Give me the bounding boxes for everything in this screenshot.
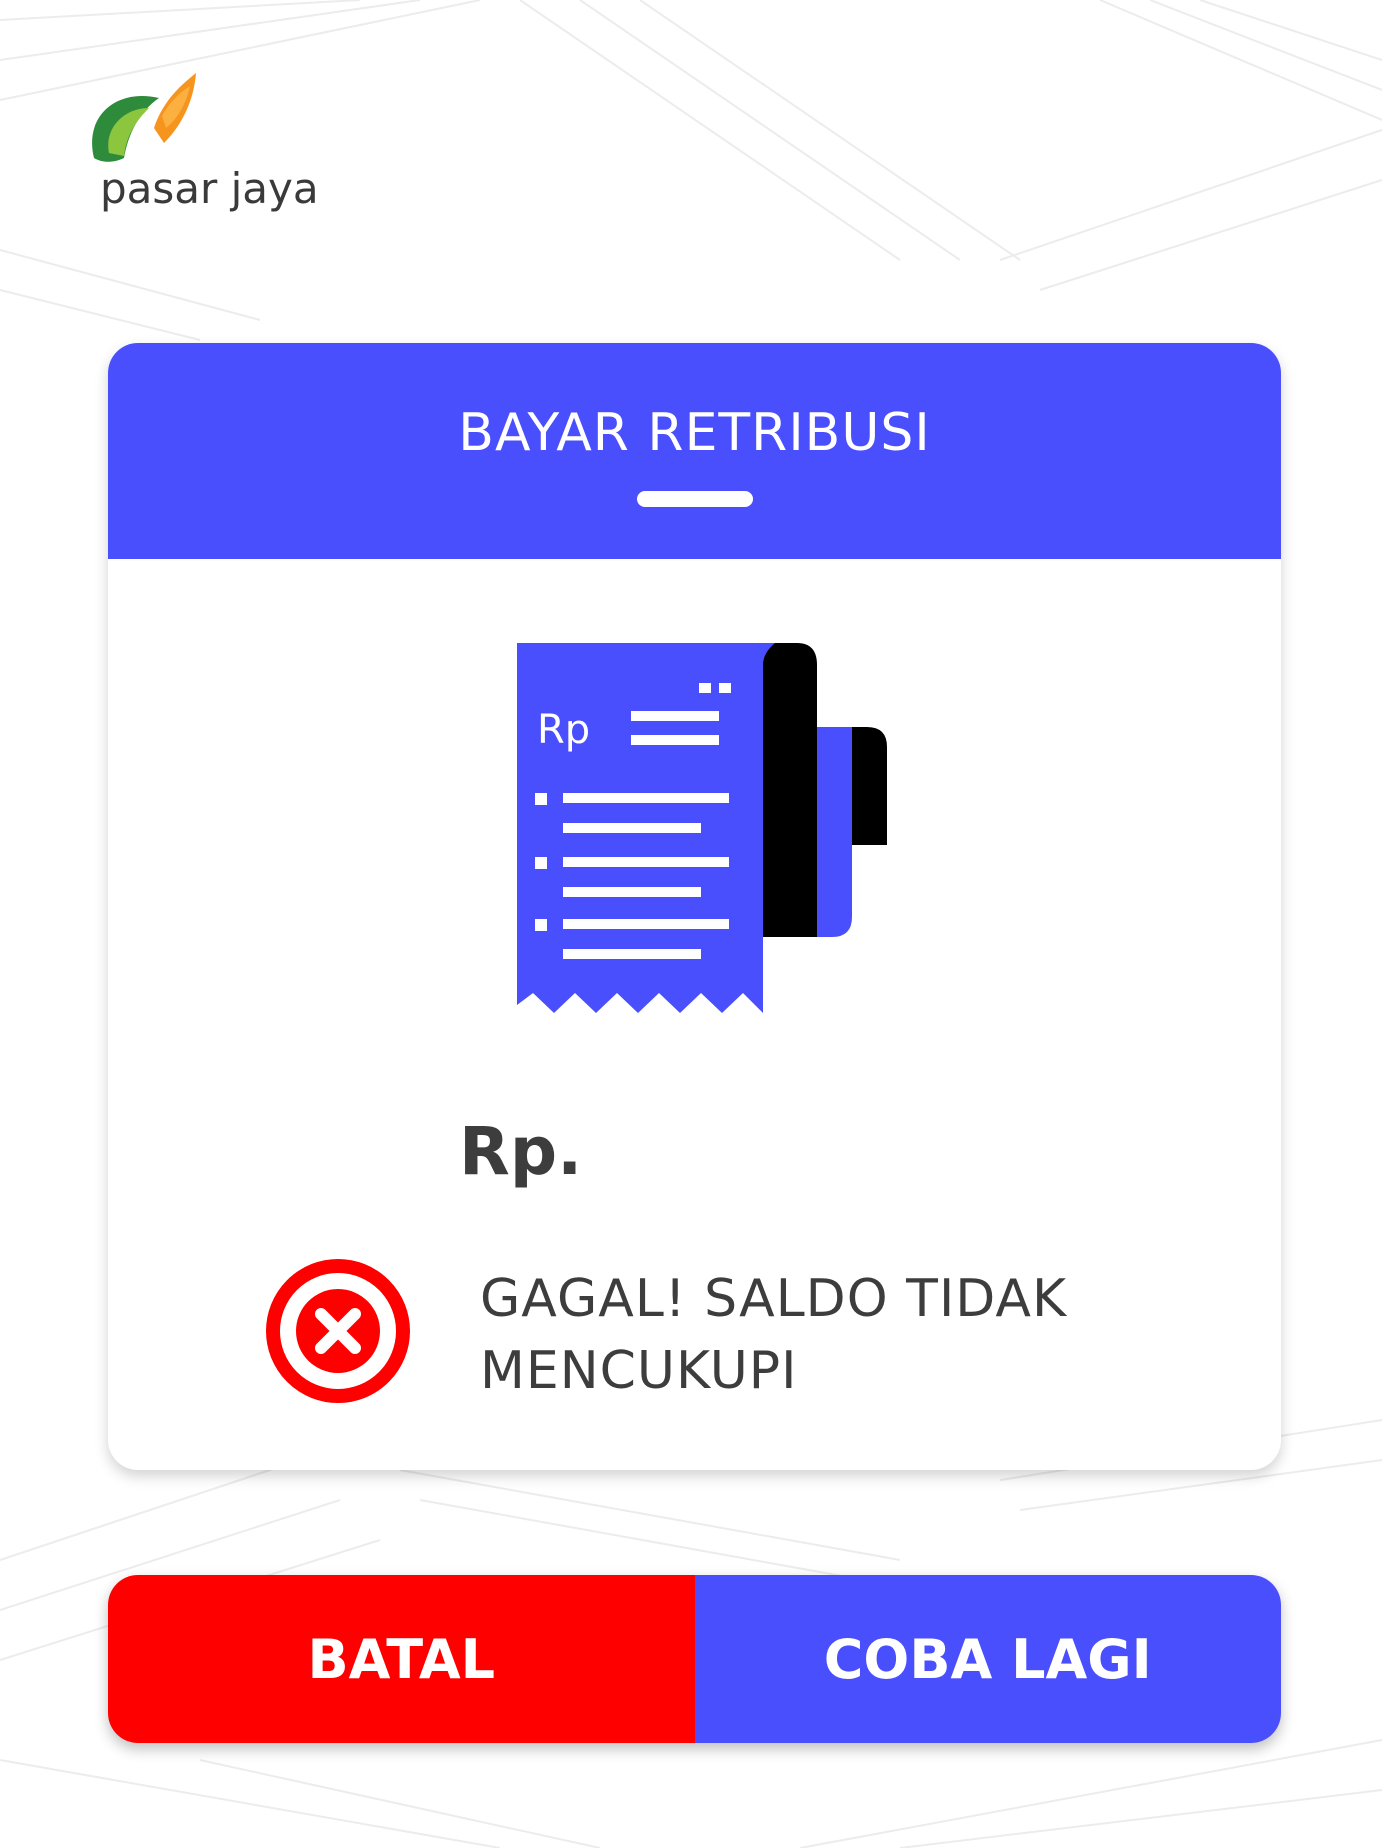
cancel-button[interactable]: BATAL xyxy=(108,1575,695,1743)
payment-amount: Rp. xyxy=(459,1113,583,1190)
error-message: GAGAL! SALDO TIDAK MENCUKUPI xyxy=(480,1269,1068,1401)
card-header: BAYAR RETRIBUSI xyxy=(108,343,1281,559)
brand-logo: pasar jaya xyxy=(84,68,324,228)
action-buttons: BATAL COBA LAGI xyxy=(108,1575,1281,1743)
receipt-icon: Rp xyxy=(517,643,887,1013)
error-x-icon xyxy=(266,1259,410,1403)
receipt-currency-label: Rp xyxy=(537,707,590,753)
payment-result-card: BAYAR RETRIBUSI Rp Rp. GAGAL! SALDO TIDA… xyxy=(108,343,1281,1470)
logo-text: pasar jaya xyxy=(100,164,319,213)
dialog-title: BAYAR RETRIBUSI xyxy=(458,403,931,463)
title-underline xyxy=(637,491,753,507)
retry-button[interactable]: COBA LAGI xyxy=(694,1575,1281,1743)
